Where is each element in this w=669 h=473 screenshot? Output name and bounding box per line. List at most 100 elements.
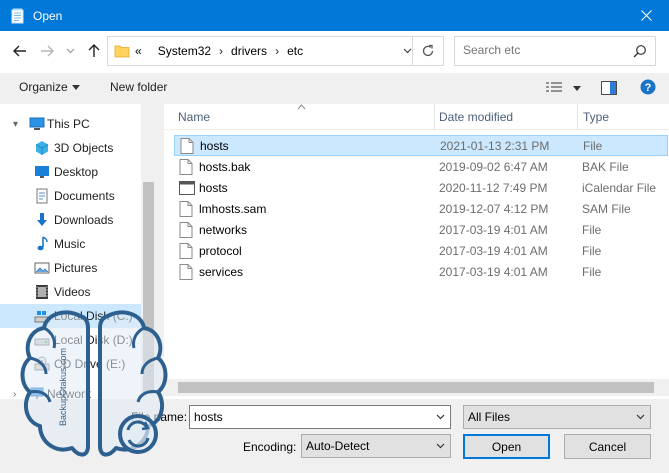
drive-icon bbox=[34, 311, 50, 323]
nav-label: CD Drive (E:) bbox=[54, 357, 126, 371]
cd-drive-icon bbox=[34, 356, 50, 371]
column-header-name[interactable]: Name bbox=[178, 110, 210, 124]
horizontal-scrollbar[interactable] bbox=[164, 379, 669, 396]
file-name-dropdown-button[interactable] bbox=[430, 406, 450, 428]
file-date: 2017-03-19 4:01 AM bbox=[439, 244, 548, 258]
dialog-footer: File name: hosts All Files Encoding: Aut… bbox=[0, 399, 669, 473]
nav-item-pictures[interactable]: Pictures bbox=[0, 256, 141, 280]
svg-text:?: ? bbox=[645, 82, 652, 94]
chevron-down-icon bbox=[66, 48, 74, 54]
nav-item-local-disk-c[interactable]: Local Disk (C:) bbox=[0, 304, 141, 328]
up-button[interactable] bbox=[84, 41, 104, 61]
nav-label: Local Disk (C:) bbox=[54, 309, 133, 323]
file-date: 2020-11-12 7:49 PM bbox=[439, 181, 548, 195]
file-row[interactable]: hosts 2020-11-12 7:49 PM iCalendar File bbox=[174, 178, 668, 199]
nav-item-downloads[interactable]: Downloads bbox=[0, 208, 141, 232]
file-type: File bbox=[582, 244, 602, 258]
close-button[interactable] bbox=[623, 0, 669, 31]
navigation-pane: ▾ This PC 3D Objects Desktop Documents D… bbox=[0, 104, 156, 399]
file-row[interactable]: hosts.bak 2019-09-02 6:47 AM BAK File bbox=[174, 157, 668, 178]
nav-item-documents[interactable]: Documents bbox=[0, 184, 141, 208]
file-row[interactable]: hosts 2021-01-13 2:31 PM File bbox=[174, 135, 668, 156]
chevron-down-icon bbox=[403, 48, 411, 54]
nav-item-3d-objects[interactable]: 3D Objects bbox=[0, 136, 141, 160]
file-type-dropdown-button[interactable] bbox=[630, 406, 650, 428]
file-type: File bbox=[582, 223, 602, 237]
new-folder-button[interactable]: New folder bbox=[110, 80, 167, 94]
search-box[interactable] bbox=[454, 36, 656, 66]
file-type-select[interactable]: All Files bbox=[463, 405, 651, 429]
arrow-up-icon bbox=[88, 44, 100, 57]
file-name: protocol bbox=[199, 244, 242, 258]
recent-locations-button[interactable] bbox=[62, 41, 78, 61]
file-row[interactable]: lmhosts.sam 2019-12-07 4:12 PM SAM File bbox=[174, 199, 668, 220]
file-row[interactable]: protocol 2017-03-19 4:01 AM File bbox=[174, 241, 668, 262]
computer-icon bbox=[29, 117, 45, 130]
arrow-left-icon bbox=[13, 45, 26, 57]
preview-pane-button[interactable] bbox=[601, 81, 617, 95]
nav-item-music[interactable]: Music bbox=[0, 232, 141, 256]
videos-icon bbox=[36, 285, 48, 299]
cancel-button[interactable]: Cancel bbox=[564, 434, 651, 459]
scrollbar-thumb[interactable] bbox=[143, 182, 154, 394]
file-icon bbox=[179, 222, 193, 238]
breadcrumb-drivers[interactable]: drivers bbox=[231, 44, 267, 58]
breadcrumb-system32[interactable]: System32 bbox=[158, 44, 211, 58]
organize-button[interactable]: Organize bbox=[19, 80, 80, 94]
new-folder-label: New folder bbox=[110, 80, 168, 94]
network-icon bbox=[30, 387, 44, 399]
nav-item-cd-drive-e[interactable]: CD Drive (E:) bbox=[0, 352, 141, 376]
column-header-row: Name Date modified Type bbox=[164, 104, 669, 130]
column-divider[interactable] bbox=[434, 104, 435, 130]
nav-label: Local Disk (D:) bbox=[54, 333, 133, 347]
chevron-down-icon bbox=[436, 414, 444, 420]
file-name: lmhosts.sam bbox=[199, 202, 267, 216]
encoding-select[interactable]: Auto-Detect bbox=[301, 434, 451, 458]
file-row[interactable]: services 2017-03-19 4:01 AM File bbox=[174, 262, 668, 283]
file-name-combo[interactable]: hosts bbox=[189, 405, 451, 429]
file-type: BAK File bbox=[582, 160, 629, 174]
help-button[interactable]: ? bbox=[640, 79, 656, 95]
expand-chevron-icon[interactable]: ▾ bbox=[13, 119, 18, 130]
calendar-icon bbox=[179, 181, 195, 195]
encoding-dropdown-button[interactable] bbox=[430, 435, 450, 457]
breadcrumb-etc[interactable]: etc bbox=[287, 44, 303, 58]
nav-item-network[interactable]: › Network bbox=[0, 382, 141, 399]
breadcrumb-overflow[interactable]: « bbox=[135, 44, 142, 58]
file-list: Name Date modified Type hosts 2021-01-13… bbox=[164, 104, 669, 399]
scrollbar-thumb[interactable] bbox=[178, 382, 654, 393]
file-icon bbox=[179, 159, 193, 175]
expand-chevron-icon[interactable]: › bbox=[13, 389, 16, 400]
file-row[interactable]: networks 2017-03-19 4:01 AM File bbox=[174, 220, 668, 241]
nav-item-this-pc[interactable]: ▾ This PC bbox=[0, 112, 141, 136]
sort-ascending-icon bbox=[297, 104, 306, 110]
file-icon bbox=[180, 138, 194, 154]
nav-label: Documents bbox=[54, 189, 115, 203]
file-date: 2019-12-07 4:12 PM bbox=[439, 202, 549, 216]
nav-label: Pictures bbox=[54, 261, 98, 275]
breadcrumb: « System32 › drivers › etc bbox=[135, 44, 303, 58]
arrow-right-icon bbox=[41, 45, 54, 57]
file-name-input[interactable]: hosts bbox=[194, 410, 223, 424]
back-button[interactable] bbox=[10, 41, 30, 61]
notepad-icon bbox=[11, 8, 24, 23]
file-type: SAM File bbox=[582, 202, 631, 216]
open-button[interactable]: Open bbox=[463, 434, 550, 459]
nav-label: Music bbox=[54, 237, 86, 251]
title-bar: Open bbox=[0, 0, 669, 31]
search-icon bbox=[633, 45, 646, 58]
column-divider[interactable] bbox=[577, 104, 578, 130]
search-input[interactable] bbox=[463, 43, 623, 57]
caret-down-icon bbox=[71, 84, 80, 90]
forward-button[interactable] bbox=[37, 41, 57, 61]
refresh-button[interactable] bbox=[412, 37, 443, 65]
nav-item-desktop[interactable]: Desktop bbox=[0, 160, 141, 184]
nav-item-local-disk-d[interactable]: Local Disk (D:) bbox=[0, 328, 141, 352]
nav-item-videos[interactable]: Videos bbox=[0, 280, 141, 304]
address-bar[interactable]: « System32 › drivers › etc bbox=[107, 36, 444, 66]
column-header-date-modified[interactable]: Date modified bbox=[439, 110, 513, 124]
view-options-button[interactable] bbox=[545, 81, 581, 95]
preview-pane-icon bbox=[601, 81, 617, 95]
column-header-type[interactable]: Type bbox=[583, 110, 609, 124]
navigation-scrollbar[interactable] bbox=[141, 104, 156, 399]
